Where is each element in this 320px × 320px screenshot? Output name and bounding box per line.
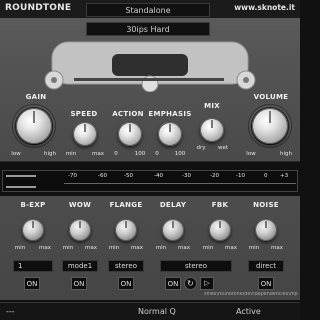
quality-selector[interactable]: Normal Q: [138, 307, 176, 316]
fbk-label: FBK: [211, 201, 229, 209]
noise-label: NOISE: [253, 201, 279, 209]
flange-max-label: max: [131, 245, 143, 251]
emphasis-min-label: 0: [155, 151, 159, 157]
delay-tap-icon[interactable]: ▷: [200, 277, 214, 290]
meter-bar-right: [6, 186, 36, 188]
delay-label: DELAY: [159, 201, 187, 209]
tape-reels-graphic: [44, 41, 256, 92]
meter-tick-label: +3: [280, 173, 289, 179]
gain-min-label: low: [11, 151, 21, 157]
wow-mode-field[interactable]: mode1: [62, 260, 98, 272]
meter-tick-label: -20: [210, 173, 219, 179]
delay-sync-icon[interactable]: ↻: [184, 277, 197, 290]
delay-max-label: max: [178, 245, 190, 251]
delay-on-button[interactable]: ON: [165, 277, 181, 290]
file-path-text: sfiles\roundtone\dev\dependencies\mp: [204, 292, 298, 297]
mix-knob[interactable]: [200, 118, 224, 142]
flange-mode-field[interactable]: stereo: [108, 260, 144, 272]
meter-scale: -70 -60 -50 -40 -30 -20 -10 0 +3: [64, 173, 296, 180]
bexp-knob[interactable]: [22, 219, 44, 241]
flange-min-label: min: [108, 245, 120, 251]
meter-tick-label: -50: [124, 173, 133, 179]
preset-display[interactable]: 30ips Hard: [86, 22, 210, 36]
fbk-knob[interactable]: [209, 219, 231, 241]
meter-tick-label: 0: [264, 173, 268, 179]
gain-max-label: high: [44, 151, 56, 157]
wow-min-label: min: [62, 245, 74, 251]
brand-logo: ROUNDTONE: [5, 3, 72, 13]
mix-label: MIX: [204, 102, 220, 110]
noise-min-label: min: [248, 245, 260, 251]
delay-min-label: min: [155, 245, 167, 251]
flange-knob[interactable]: [115, 219, 137, 241]
status-left: ---: [6, 307, 15, 316]
delay-mode-field[interactable]: stereo: [160, 260, 232, 272]
volume-max-label: high: [280, 151, 292, 157]
wow-knob[interactable]: [69, 219, 91, 241]
meter-tick-label: -10: [236, 173, 245, 179]
noise-knob[interactable]: [255, 219, 277, 241]
mix-max-label: wet: [217, 145, 229, 151]
mix-min-label: dry: [196, 145, 206, 151]
noise-max-label: max: [271, 245, 283, 251]
delay-knob[interactable]: [162, 219, 184, 241]
meter-tick-label: -40: [154, 173, 163, 179]
website-link[interactable]: www.sknote.it: [234, 3, 295, 12]
speed-min-label: min: [65, 151, 77, 157]
flange-on-button[interactable]: ON: [118, 277, 134, 290]
fbk-max-label: max: [225, 245, 237, 251]
flange-label: FLANGE: [109, 201, 143, 209]
status-indicator: Active: [236, 307, 261, 316]
fbk-min-label: min: [202, 245, 214, 251]
meter-tick-label: -70: [68, 173, 77, 179]
bexp-max-label: max: [39, 245, 51, 251]
wow-label: WOW: [68, 201, 92, 209]
volume-label: VOLUME: [253, 93, 289, 101]
meter-bar-left: [6, 175, 36, 177]
status-bar: --- Normal Q Active: [0, 302, 300, 320]
bexp-field[interactable]: 1: [13, 260, 53, 272]
noise-mode-field[interactable]: direct: [248, 260, 284, 272]
speed-knob[interactable]: [73, 122, 97, 146]
emphasis-max-label: 100: [174, 151, 186, 157]
meter-tick-label: -30: [182, 173, 191, 179]
speed-max-label: max: [92, 151, 104, 157]
wow-max-label: max: [85, 245, 97, 251]
noise-on-button[interactable]: ON: [258, 277, 274, 290]
bexp-on-button[interactable]: ON: [24, 277, 40, 290]
meter-baseline: [64, 183, 296, 184]
gain-label: GAIN: [25, 93, 47, 101]
action-min-label: 0: [114, 151, 118, 157]
volume-min-label: low: [246, 151, 256, 157]
wow-on-button[interactable]: ON: [71, 277, 87, 290]
mode-display[interactable]: Standalone: [86, 3, 210, 17]
speed-label: SPEED: [70, 110, 98, 118]
action-knob[interactable]: [118, 122, 142, 146]
bexp-min-label: min: [14, 245, 26, 251]
bexp-label: B-EXP: [20, 201, 46, 209]
action-max-label: 100: [134, 151, 146, 157]
emphasis-knob[interactable]: [158, 122, 182, 146]
volume-knob[interactable]: [252, 108, 288, 144]
gain-knob[interactable]: [16, 108, 52, 144]
action-label: ACTION: [112, 110, 144, 118]
meter-tick-label: -60: [98, 173, 107, 179]
emphasis-label: EMPHASIS: [148, 110, 192, 118]
